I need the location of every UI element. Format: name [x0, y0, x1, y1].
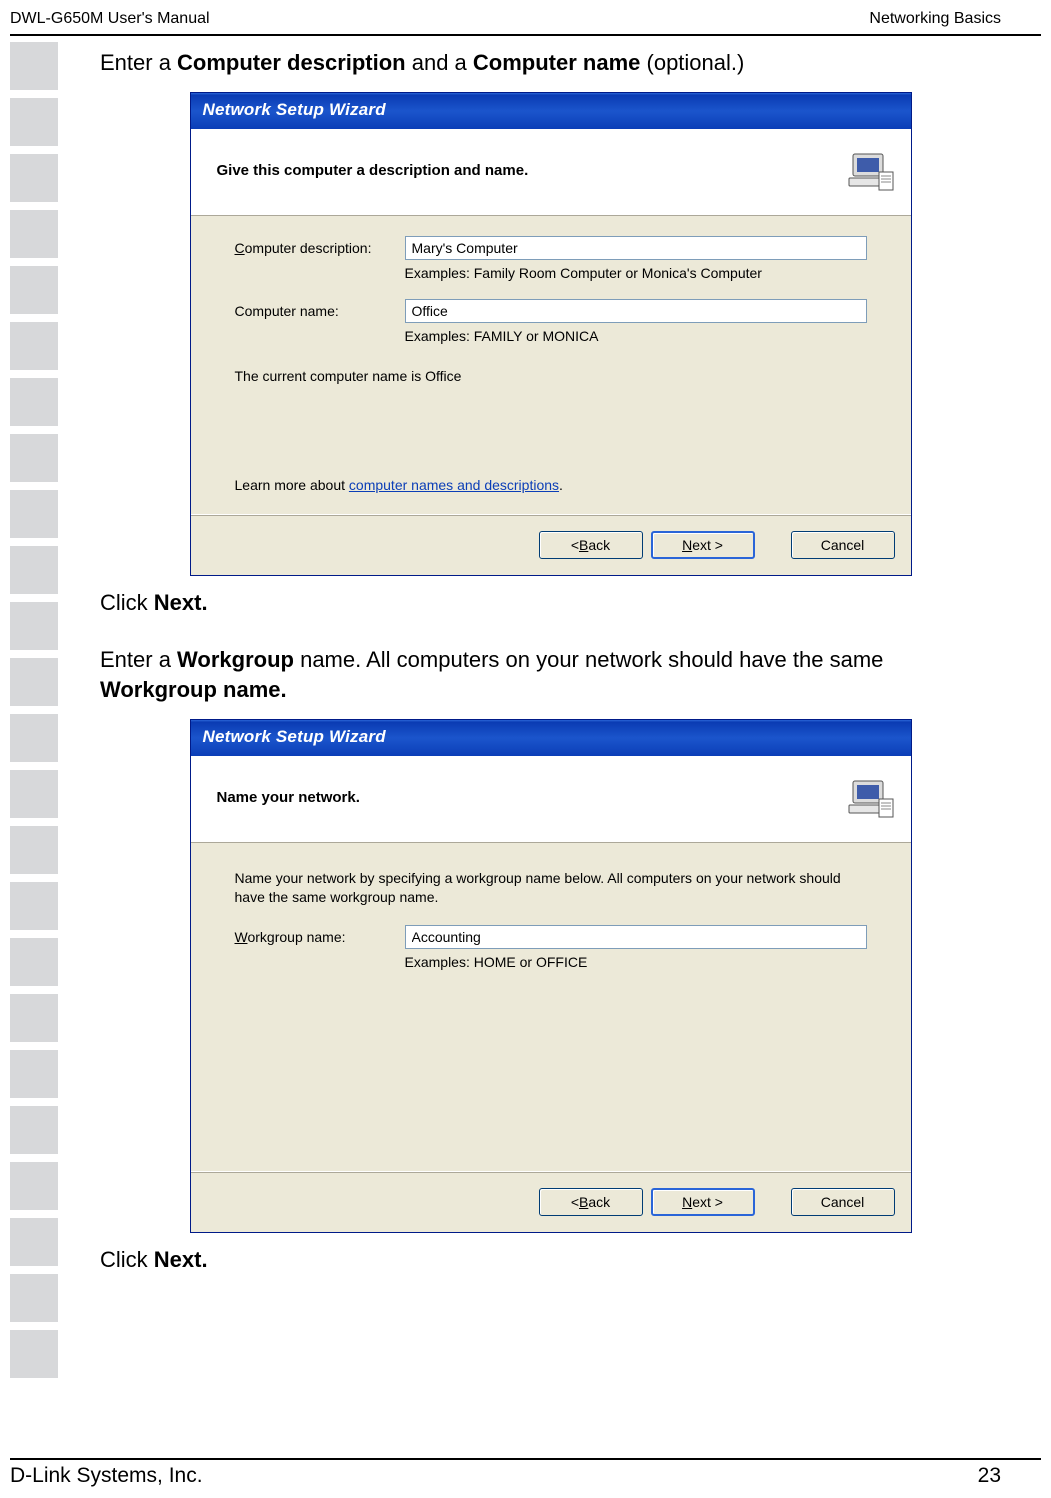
next-button[interactable]: Next > [651, 531, 755, 559]
instruction-2: Enter a Workgroup name. All computers on… [100, 645, 1001, 704]
learn-more-line: Learn more about computer names and desc… [235, 476, 867, 495]
current-computer-name: The current computer name is Office [235, 367, 867, 386]
workgroup-examples: Examples: HOME or OFFICE [405, 953, 867, 972]
workgroup-name-input[interactable] [405, 925, 867, 949]
manual-title: DWL-G650M User's Manual [10, 10, 210, 28]
computer-name-examples: Examples: FAMILY or MONICA [405, 327, 867, 346]
decorative-sidebar [0, 36, 80, 1386]
computer-description-examples: Examples: Family Room Computer or Monica… [405, 264, 867, 283]
wizard-titlebar-2: Network Setup Wizard [191, 720, 911, 756]
network-setup-wizard-2: Network Setup Wizard Name your network. [190, 719, 912, 1233]
workgroup-name-label: Workgroup name: [235, 925, 405, 947]
network-setup-wizard-1: Network Setup Wizard Give this computer … [190, 92, 912, 576]
wizard-title-2: Network Setup Wizard [203, 726, 386, 749]
wizard-header-text: Give this computer a description and nam… [217, 161, 529, 181]
wizard-header: Give this computer a description and nam… [191, 129, 911, 216]
click-next-1: Click Next. [100, 588, 1001, 618]
computer-description-label: Computer description: [235, 236, 405, 258]
wizard-header-2: Name your network. [191, 756, 911, 843]
back-button-2[interactable]: < Back [539, 1188, 643, 1216]
instruction-1: Enter a Computer description and a Compu… [100, 48, 1001, 78]
section-title: Networking Basics [869, 10, 1001, 28]
wizard-title: Network Setup Wizard [203, 99, 386, 122]
wizard2-description: Name your network by specifying a workgr… [235, 869, 867, 907]
page-number: 23 [978, 1464, 1001, 1488]
computer-icon [847, 147, 895, 195]
click-next-2: Click Next. [100, 1245, 1001, 1275]
learn-more-link[interactable]: computer names and descriptions [349, 477, 559, 493]
cancel-button-2[interactable]: Cancel [791, 1188, 895, 1216]
wizard-header-text-2: Name your network. [217, 788, 360, 808]
computer-name-input[interactable] [405, 299, 867, 323]
next-button-2[interactable]: Next > [651, 1188, 755, 1216]
company-name: D-Link Systems, Inc. [10, 1464, 203, 1488]
computer-name-label: Computer name: [235, 299, 405, 321]
computer-icon-2 [847, 774, 895, 822]
wizard-titlebar: Network Setup Wizard [191, 93, 911, 129]
back-button[interactable]: < Back [539, 531, 643, 559]
computer-description-input[interactable] [405, 236, 867, 260]
cancel-button[interactable]: Cancel [791, 531, 895, 559]
